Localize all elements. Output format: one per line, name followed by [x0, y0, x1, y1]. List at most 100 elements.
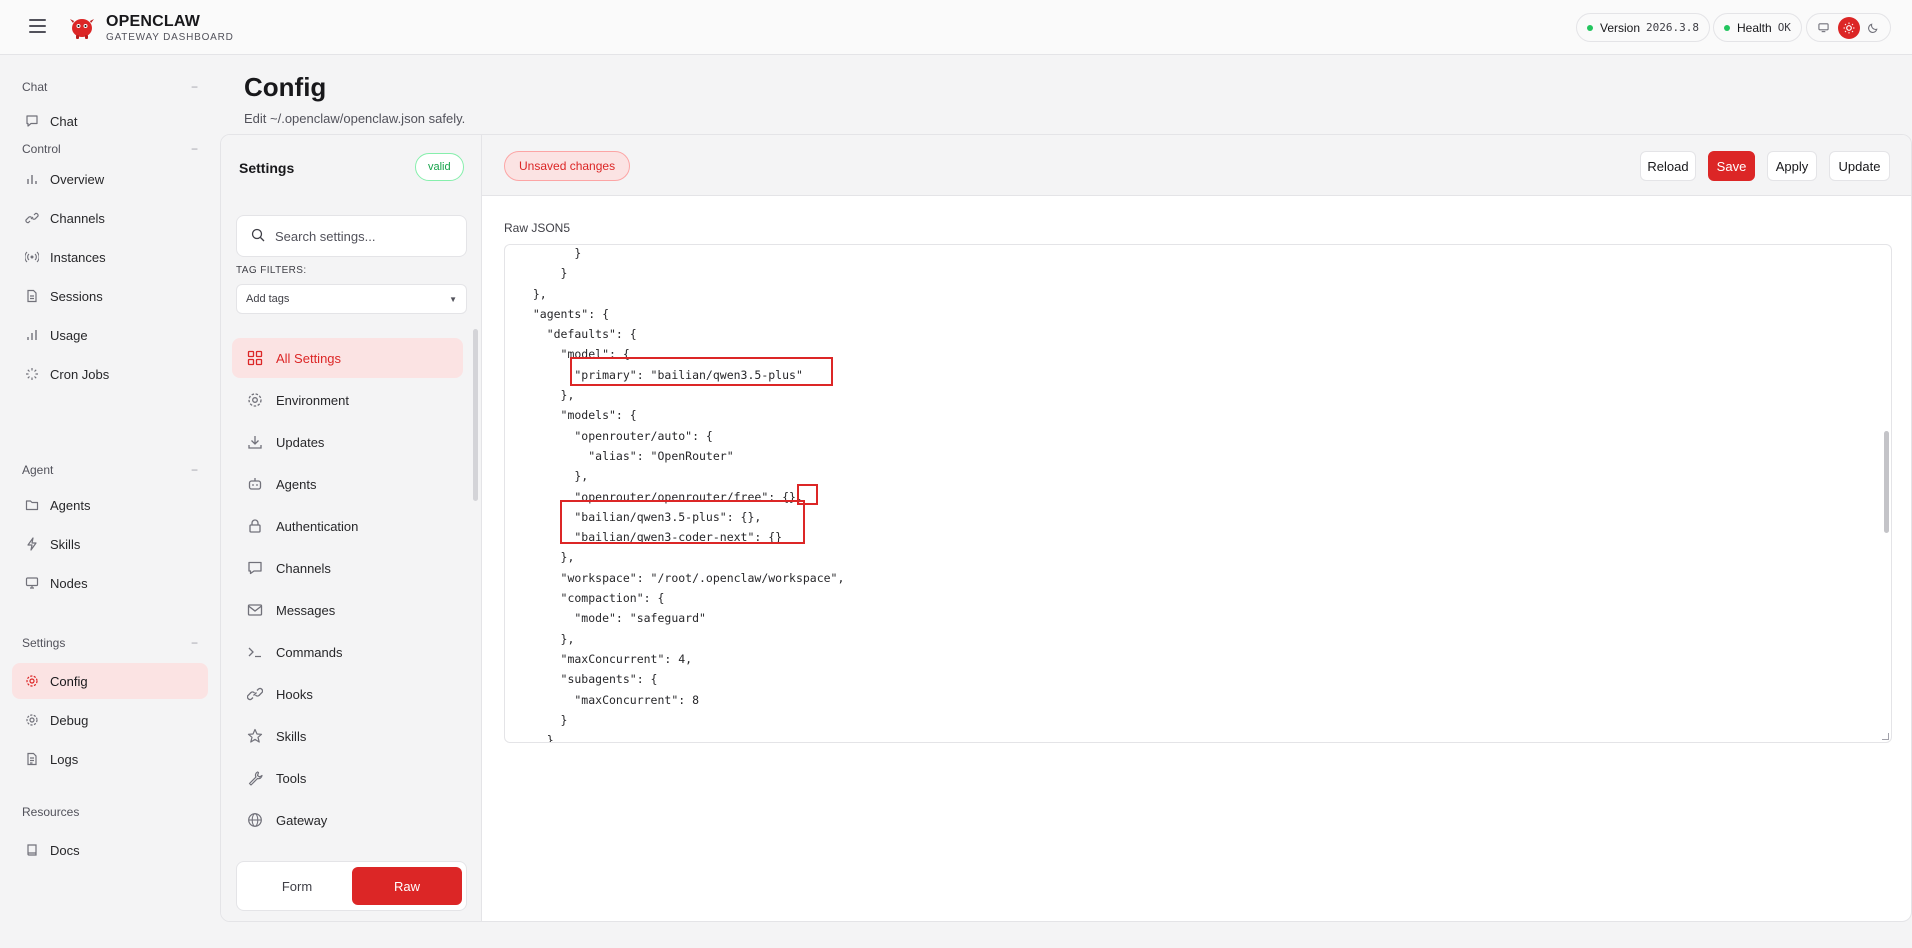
- nav-item-debug[interactable]: Debug: [12, 702, 208, 738]
- globe-icon: [246, 811, 264, 829]
- save-button[interactable]: Save: [1708, 151, 1755, 181]
- nav-item-overview[interactable]: Overview: [12, 161, 208, 197]
- nav-item-cron-jobs[interactable]: Cron Jobs: [12, 356, 208, 392]
- section-updates[interactable]: Updates: [232, 422, 463, 462]
- message-icon: [24, 113, 40, 129]
- reload-button[interactable]: Reload: [1640, 151, 1696, 181]
- wrench-icon: [246, 769, 264, 787]
- editor-toolbar: Unsaved changes Reload Save Apply Update: [482, 135, 1911, 196]
- brand-subtitle: GATEWAY DASHBOARD: [106, 32, 234, 43]
- nav-item-config[interactable]: Config: [12, 663, 208, 699]
- bar-chart-icon: [24, 171, 40, 187]
- nav-item-sessions[interactable]: Sessions: [12, 278, 208, 314]
- settings-title: Settings: [239, 160, 295, 176]
- menu-icon[interactable]: [29, 19, 46, 33]
- link-icon: [246, 685, 264, 703]
- message-icon: [246, 559, 264, 577]
- section-hooks[interactable]: Hooks: [232, 674, 463, 714]
- section-authentication[interactable]: Authentication: [232, 506, 463, 546]
- gear-icon: [246, 391, 264, 409]
- code-line: "bailian/qwen3-coder-next": {}: [519, 530, 783, 545]
- code-line: "defaults": {: [519, 327, 637, 342]
- code-line: "workspace": "/root/.openclaw/workspace"…: [519, 570, 845, 585]
- zap-icon: [24, 536, 40, 552]
- brand-title: OPENCLAW: [106, 13, 201, 30]
- code-lines: } } }, "agents": { "defaults": { "model"…: [505, 245, 1891, 743]
- nav-item-agents[interactable]: Agents: [12, 487, 208, 523]
- update-button[interactable]: Update: [1829, 151, 1890, 181]
- version-value: 2026.3.8: [1646, 21, 1700, 34]
- mode-switch: Form Raw: [236, 861, 467, 911]
- code-line: "primary": "bailian/qwen3.5-plus": [519, 367, 803, 382]
- nav-item-nodes[interactable]: Nodes: [12, 565, 208, 601]
- resize-handle[interactable]: [1882, 733, 1889, 740]
- section-messages[interactable]: Messages: [232, 590, 463, 630]
- raw-json-editor[interactable]: } } }, "agents": { "defaults": { "model"…: [504, 244, 1892, 743]
- section-commands[interactable]: Commands: [232, 632, 463, 672]
- nav-item-instances[interactable]: Instances: [12, 239, 208, 275]
- search-icon: [251, 228, 265, 245]
- code-line: },: [519, 469, 589, 484]
- sidebar-scrollbar[interactable]: [473, 329, 478, 501]
- page-title: Config: [244, 72, 327, 102]
- tag-select[interactable]: Add tags ▼: [236, 284, 467, 314]
- nav-item-channels[interactable]: Channels: [12, 200, 208, 236]
- nav-item-chat[interactable]: Chat: [12, 103, 208, 139]
- code-line: "maxConcurrent": 4,: [519, 651, 693, 666]
- code-line: }: [519, 712, 568, 727]
- nav-item-usage[interactable]: Usage: [12, 317, 208, 353]
- section-agents[interactable]: Agents: [232, 464, 463, 504]
- nav-item-skills[interactable]: Skills: [12, 526, 208, 562]
- top-bar: OPENCLAW GATEWAY DASHBOARD Version 2026.…: [0, 0, 1912, 55]
- code-line: }: [519, 246, 582, 260]
- settings-search[interactable]: [236, 215, 467, 257]
- search-input[interactable]: [275, 228, 445, 244]
- apply-button[interactable]: Apply: [1767, 151, 1817, 181]
- code-line: }: [519, 266, 568, 281]
- nav-section-settings[interactable]: Settings −: [22, 636, 198, 650]
- nav-section-resources[interactable]: Resources: [22, 805, 198, 819]
- tag-filters-label: TAG FILTERS:: [236, 265, 307, 276]
- form-mode-button[interactable]: Form: [242, 867, 352, 905]
- radio-icon: [24, 249, 40, 265]
- nav-item-logs[interactable]: Logs: [12, 741, 208, 777]
- code-line: "models": {: [519, 408, 637, 423]
- download-icon: [246, 433, 264, 451]
- status-badge: valid: [415, 153, 464, 181]
- monitor-icon: [24, 575, 40, 591]
- health-value: OK: [1777, 21, 1791, 34]
- nav-item-docs[interactable]: Docs: [12, 832, 208, 868]
- code-line: }: [519, 733, 554, 743]
- gear-icon: [24, 673, 40, 689]
- section-channels[interactable]: Channels: [232, 548, 463, 588]
- bar-chart-icon: [24, 327, 40, 343]
- grid-icon: [246, 349, 264, 367]
- file-icon: [24, 288, 40, 304]
- mail-icon: [246, 601, 264, 619]
- code-line: "model": {: [519, 347, 630, 362]
- monitor-icon[interactable]: [1813, 17, 1835, 39]
- main-sidebar: Chat − Chat Control − Overview Channels In…: [0, 56, 220, 948]
- link-icon: [24, 210, 40, 226]
- nav-section-chat[interactable]: Chat −: [22, 80, 198, 94]
- raw-json-label: Raw JSON5: [504, 221, 571, 235]
- section-tools[interactable]: Tools: [232, 758, 463, 798]
- section-gateway[interactable]: Gateway: [232, 800, 463, 840]
- raw-mode-button[interactable]: Raw: [352, 867, 462, 905]
- theme-switcher: [1806, 13, 1891, 42]
- sun-icon[interactable]: [1837, 16, 1860, 39]
- nav-section-agent[interactable]: Agent −: [22, 463, 198, 477]
- lock-icon: [246, 517, 264, 535]
- section-environment[interactable]: Environment: [232, 380, 463, 420]
- section-all-settings[interactable]: All Settings: [232, 338, 463, 378]
- code-line: },: [519, 388, 575, 403]
- bug-icon: [24, 712, 40, 728]
- section-skills[interactable]: Skills: [232, 716, 463, 756]
- editor-scrollbar[interactable]: [1884, 431, 1889, 533]
- chevron-down-icon: ▼: [449, 295, 457, 304]
- settings-sidebar: Settings valid TAG FILTERS: Add tags ▼ A…: [221, 135, 482, 921]
- book-icon: [24, 842, 40, 858]
- health-pill: Health OK: [1713, 13, 1802, 42]
- moon-icon[interactable]: [1863, 17, 1885, 39]
- nav-section-control[interactable]: Control −: [22, 142, 198, 156]
